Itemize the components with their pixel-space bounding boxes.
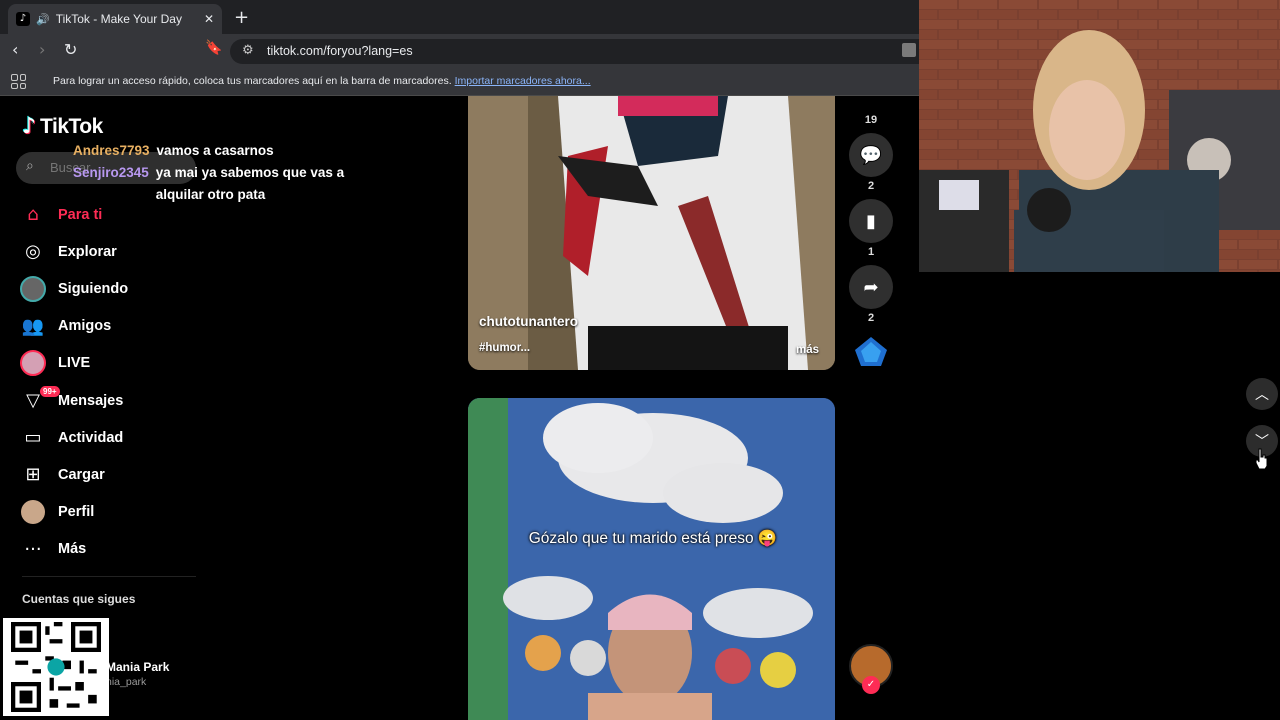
share-icon: ➦	[863, 276, 879, 298]
friends-icon: 👥	[21, 315, 45, 337]
following-title: Cuentas que sigues	[22, 592, 136, 606]
import-bookmarks-link[interactable]: Importar marcadores ahora...	[455, 75, 591, 87]
save-button[interactable]: ▮	[849, 199, 893, 243]
live-avatar	[20, 350, 46, 377]
sidebar-item-explorar[interactable]: ◎ Explorar	[18, 233, 208, 270]
site-info-icon[interactable]: ⚙	[242, 43, 254, 58]
qr-code-icon	[11, 622, 101, 712]
bookmark-icon[interactable]: 🔖	[205, 40, 222, 56]
share-button[interactable]: ➦	[849, 265, 893, 309]
sidebar-item-cargar[interactable]: ⊞ Cargar	[18, 456, 208, 493]
sidebar-item-live[interactable]: LIVE	[18, 345, 208, 382]
tiktok-logo[interactable]: ♪ TikTok	[22, 114, 103, 139]
sidebar-item-label: Siguiendo	[58, 280, 129, 297]
tiktok-favicon-icon: ♪	[16, 12, 30, 26]
bookmark-icon: ▮	[866, 210, 876, 232]
tab-strip: ♪ 🔊 TikTok - Make Your Day ✕ +	[0, 0, 920, 34]
comment-icon: 💬	[859, 144, 883, 166]
yape-qr-code	[3, 618, 109, 716]
tiktok-page: ♪ TikTok ⌕ ⌂ Para ti ◎ Explorar Siguiend…	[0, 96, 920, 720]
sidebar-item-mas[interactable]: ··· Más	[18, 531, 208, 568]
share-count: 2	[867, 312, 875, 324]
address-bar[interactable]: ⚙ tiktok.com/foryou?lang=es	[230, 39, 920, 64]
tiktok-note-icon: ♪	[22, 114, 37, 139]
webcam-overlay	[919, 0, 1280, 272]
video-2-frame	[468, 398, 835, 720]
close-tab-icon[interactable]: ✕	[204, 12, 214, 26]
webcam-feed	[919, 0, 1280, 272]
followed-account-name[interactable]: Mania Park	[106, 660, 169, 674]
sidebar-item-label: Amigos	[58, 318, 112, 335]
sidebar-item-actividad[interactable]: ▭ Actividad	[18, 419, 208, 456]
chat-message: Senjiro2345 ya mai ya sabemos que vas a …	[73, 162, 373, 206]
sidebar-item-amigos[interactable]: 👥 Amigos	[18, 308, 208, 345]
url-text[interactable]: tiktok.com/foryou?lang=es	[267, 44, 413, 58]
compass-icon: ◎	[25, 241, 41, 263]
save-count: 1	[867, 246, 875, 258]
chat-message: Andres7793 vamos a casarnos	[73, 140, 373, 162]
more-icon: ···	[24, 538, 42, 560]
like-count: 19	[864, 114, 878, 126]
reload-icon[interactable]: ↻	[64, 40, 77, 59]
apps-grid-icon[interactable]	[11, 74, 26, 89]
sidebar-item-label: Cargar	[58, 466, 105, 483]
chat-username: Andres7793	[73, 143, 150, 158]
home-icon: ⌂	[27, 204, 39, 226]
video-hashtag[interactable]: #humor...	[479, 342, 530, 354]
screen: ♪ 🔊 TikTok - Make Your Day ✕ + ‹ › ↻ 🔖 ⚙…	[0, 0, 1280, 720]
sidebar-divider	[22, 576, 196, 577]
new-tab-button[interactable]: +	[234, 7, 249, 28]
comment-button[interactable]: 💬	[849, 133, 893, 177]
upload-icon: ⊞	[25, 464, 41, 486]
sidebar-item-siguiendo[interactable]: Siguiendo	[18, 270, 208, 307]
logo-text: TikTok	[40, 114, 103, 138]
bookmarks-hint: Para lograr un acceso rápido, coloca tus…	[53, 75, 591, 87]
followed-account-handle[interactable]: nia_park	[106, 676, 146, 688]
tab-tiktok[interactable]: ♪ 🔊 TikTok - Make Your Day ✕	[8, 4, 222, 34]
following-avatar	[20, 275, 46, 302]
browser-toolbar: ‹ › ↻ 🔖 ⚙ tiktok.com/foryou?lang=es	[0, 34, 920, 68]
sidebar-item-label: LIVE	[58, 355, 91, 372]
search-icon: ⌕	[26, 158, 34, 174]
hand-cursor-icon	[1255, 448, 1268, 470]
chevron-up-icon: ︿	[1255, 387, 1269, 403]
sidebar-item-label: Para ti	[58, 206, 103, 223]
messages-badge: 99+	[40, 385, 60, 397]
chat-username: Senjiro2345	[73, 165, 149, 180]
follow-check-icon[interactable]: ✓	[862, 676, 880, 694]
tab-title: TikTok - Make Your Day	[55, 12, 182, 26]
sidebar-nav: ⌂ Para ti ◎ Explorar Siguiendo 👥 Amigos …	[18, 196, 208, 568]
comment-count: 2	[867, 180, 875, 192]
stream-chat-overlay: Andres7793 vamos a casarnos Senjiro2345 …	[73, 140, 373, 206]
sidebar-item-label: Explorar	[58, 243, 117, 260]
video-player-2[interactable]: Gózalo que tu marido está preso 😜	[468, 398, 835, 720]
sidebar-item-label: Actividad	[58, 429, 124, 446]
video-player-1[interactable]: chutotunantero #humor... más	[468, 96, 835, 370]
video-author[interactable]: chutotunantero	[479, 314, 578, 329]
sidebar-item-label: Perfil	[58, 504, 95, 521]
profile-avatar	[21, 500, 45, 525]
sidebar-item-label: Mensajes	[58, 392, 124, 409]
previous-video-button[interactable]: ︿	[1246, 378, 1278, 410]
music-disc-icon[interactable]	[853, 336, 889, 368]
chat-text: ya mai ya sabemos que vas a alquilar otr…	[155, 165, 345, 202]
translate-icon[interactable]	[902, 43, 916, 57]
video-caption: Gózalo que tu marido está preso 😜	[528, 530, 778, 547]
video-more-button[interactable]: más	[796, 344, 819, 356]
forward-icon[interactable]: ›	[39, 40, 45, 59]
sidebar-item-mensajes[interactable]: ▽ 99+ Mensajes	[18, 382, 208, 419]
sidebar-item-label: Más	[58, 541, 87, 558]
back-icon[interactable]: ‹	[12, 40, 18, 59]
bookmarks-bar: Para lograr un acceso rápido, coloca tus…	[0, 68, 920, 96]
sidebar-item-perfil[interactable]: Perfil	[18, 494, 208, 531]
chat-text: vamos a casarnos	[156, 143, 274, 158]
audio-playing-icon[interactable]: 🔊	[36, 13, 50, 26]
activity-icon: ▭	[24, 427, 42, 449]
